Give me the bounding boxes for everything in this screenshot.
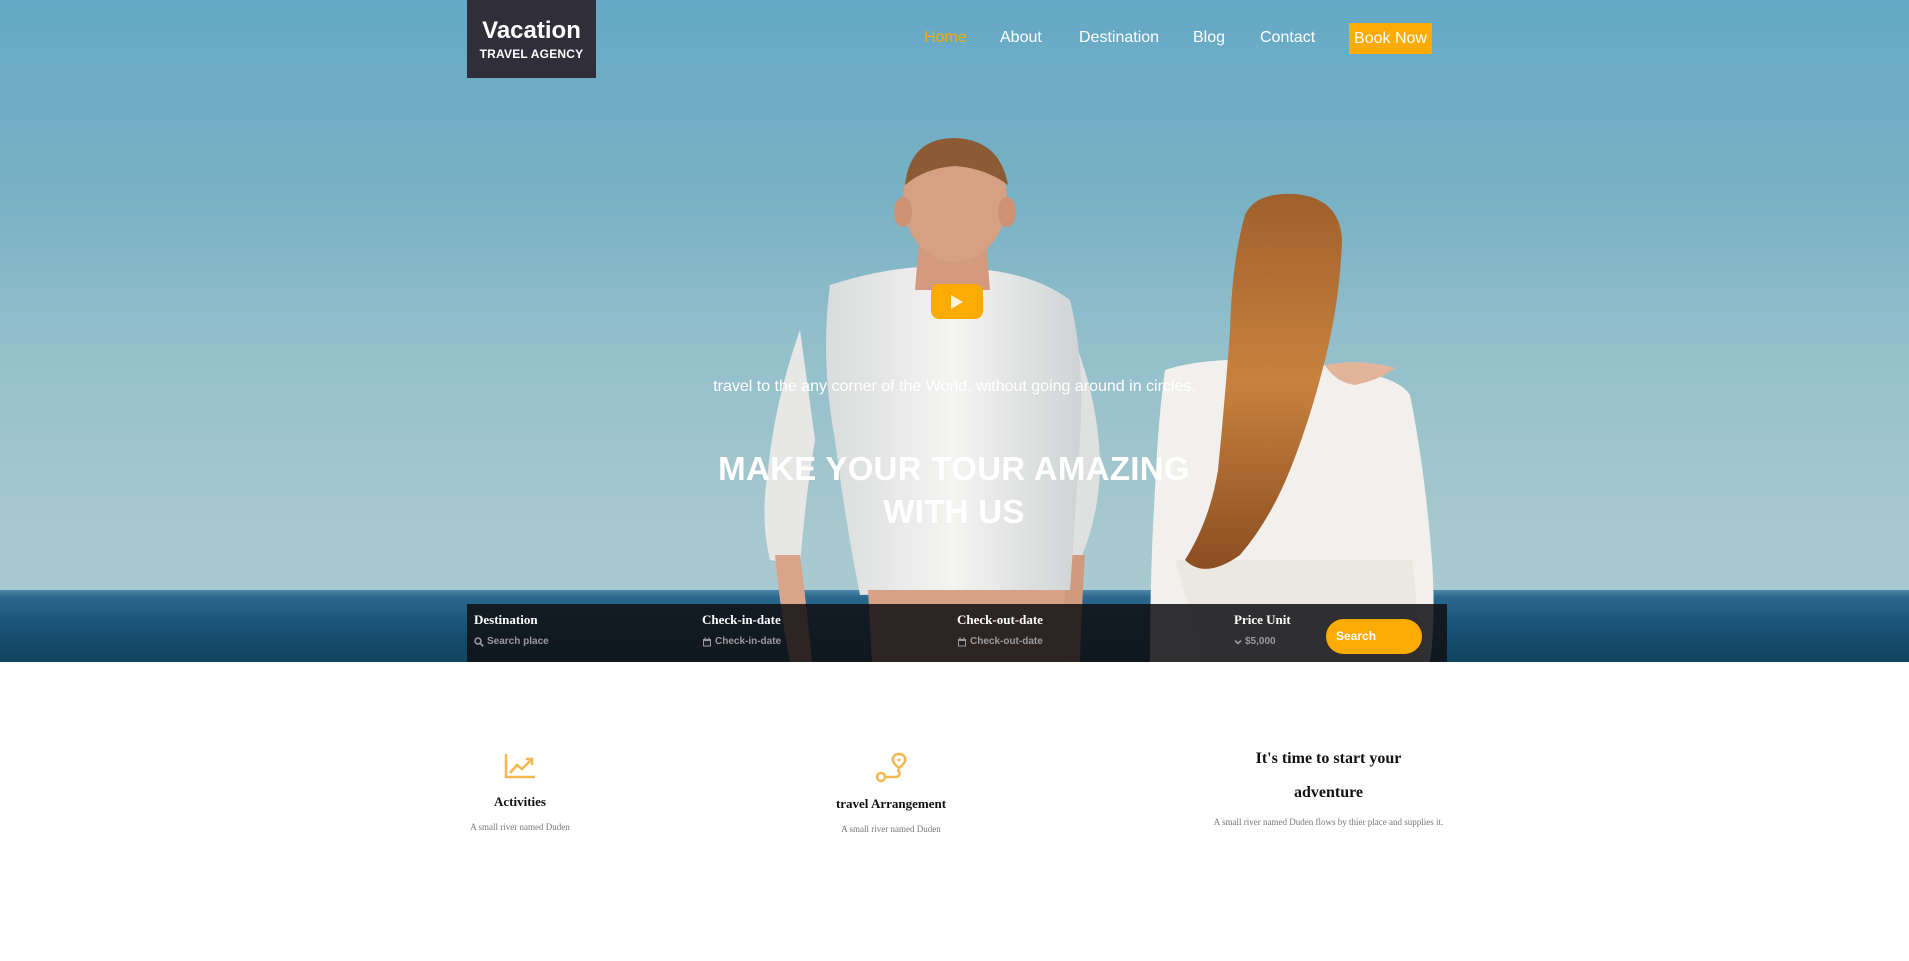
hero-tagline: travel to the any corner of the World, w…	[713, 378, 1196, 395]
route-pin-icon	[875, 752, 907, 783]
checkout-placeholder: Check-out-date	[970, 636, 1043, 647]
nav-item-home[interactable]: Home	[924, 28, 967, 48]
price-value: $5,000	[1245, 636, 1276, 647]
feature-activities: Activities A small river named Duden	[440, 752, 600, 833]
booking-search-bar: Destination Search place Check-in-date C…	[467, 604, 1447, 662]
trending-chart-icon	[504, 754, 535, 779]
checkin-field: Check-in-date Check-in-date	[702, 612, 781, 648]
adventure-text: A small river named Duden flows by thier…	[1213, 817, 1444, 827]
search-button[interactable]: Search	[1326, 619, 1422, 654]
checkout-field: Check-out-date Check-out-date	[957, 612, 1043, 648]
nav-item-blog[interactable]: Blog	[1193, 28, 1225, 48]
feature-title: Activities	[494, 794, 546, 809]
destination-label: Destination	[474, 612, 538, 627]
feature-text: A small river named Duden	[470, 822, 570, 832]
price-field: Price Unit $5,000	[1234, 612, 1291, 648]
nav-item-contact[interactable]: Contact	[1260, 28, 1315, 48]
checkin-label: Check-in-date	[702, 612, 781, 627]
play-video-button[interactable]	[931, 284, 983, 319]
price-label: Price Unit	[1234, 612, 1291, 627]
feature-travel-arrangement: travel Arrangement A small river named D…	[811, 752, 971, 835]
hero-title: MAKE YOUR TOUR AMAZING WITH US	[704, 447, 1204, 533]
hero-section: Vacation TRAVEL AGENCY Home About Destin…	[0, 0, 1909, 662]
nav-item-destination[interactable]: Destination	[1079, 28, 1159, 48]
checkout-input[interactable]: Check-out-date	[957, 636, 1043, 648]
price-select[interactable]: $5,000	[1234, 636, 1291, 648]
main-nav: Home About Destination Blog Contact Book…	[0, 22, 1909, 54]
feature-title: travel Arrangement	[835, 796, 947, 811]
destination-input[interactable]: Search place	[474, 636, 549, 648]
adventure-title-line1: It's time to start your	[1255, 750, 1402, 767]
adventure-title-line2: adventure	[1293, 784, 1364, 801]
hero-couple-image	[764, 138, 1434, 662]
chevron-down-icon	[1234, 638, 1242, 646]
checkin-input[interactable]: Check-in-date	[702, 636, 781, 648]
play-icon	[951, 295, 963, 309]
search-icon	[474, 637, 484, 647]
calendar-icon	[702, 637, 712, 647]
book-now-button[interactable]: Book Now	[1349, 23, 1432, 54]
nav-item-about[interactable]: About	[1000, 28, 1042, 48]
checkin-placeholder: Check-in-date	[715, 636, 782, 647]
calendar-icon	[957, 637, 967, 647]
hero-title-line2: WITH US	[883, 493, 1025, 530]
adventure-block: It's time to start your adventure A smal…	[1170, 742, 1487, 828]
destination-placeholder: Search place	[487, 636, 549, 647]
destination-field: Destination Search place	[474, 612, 549, 648]
feature-text: A small river named Duden	[841, 824, 941, 834]
hero-title-line1: MAKE YOUR TOUR AMAZING	[718, 450, 1190, 487]
checkout-label: Check-out-date	[957, 612, 1043, 627]
